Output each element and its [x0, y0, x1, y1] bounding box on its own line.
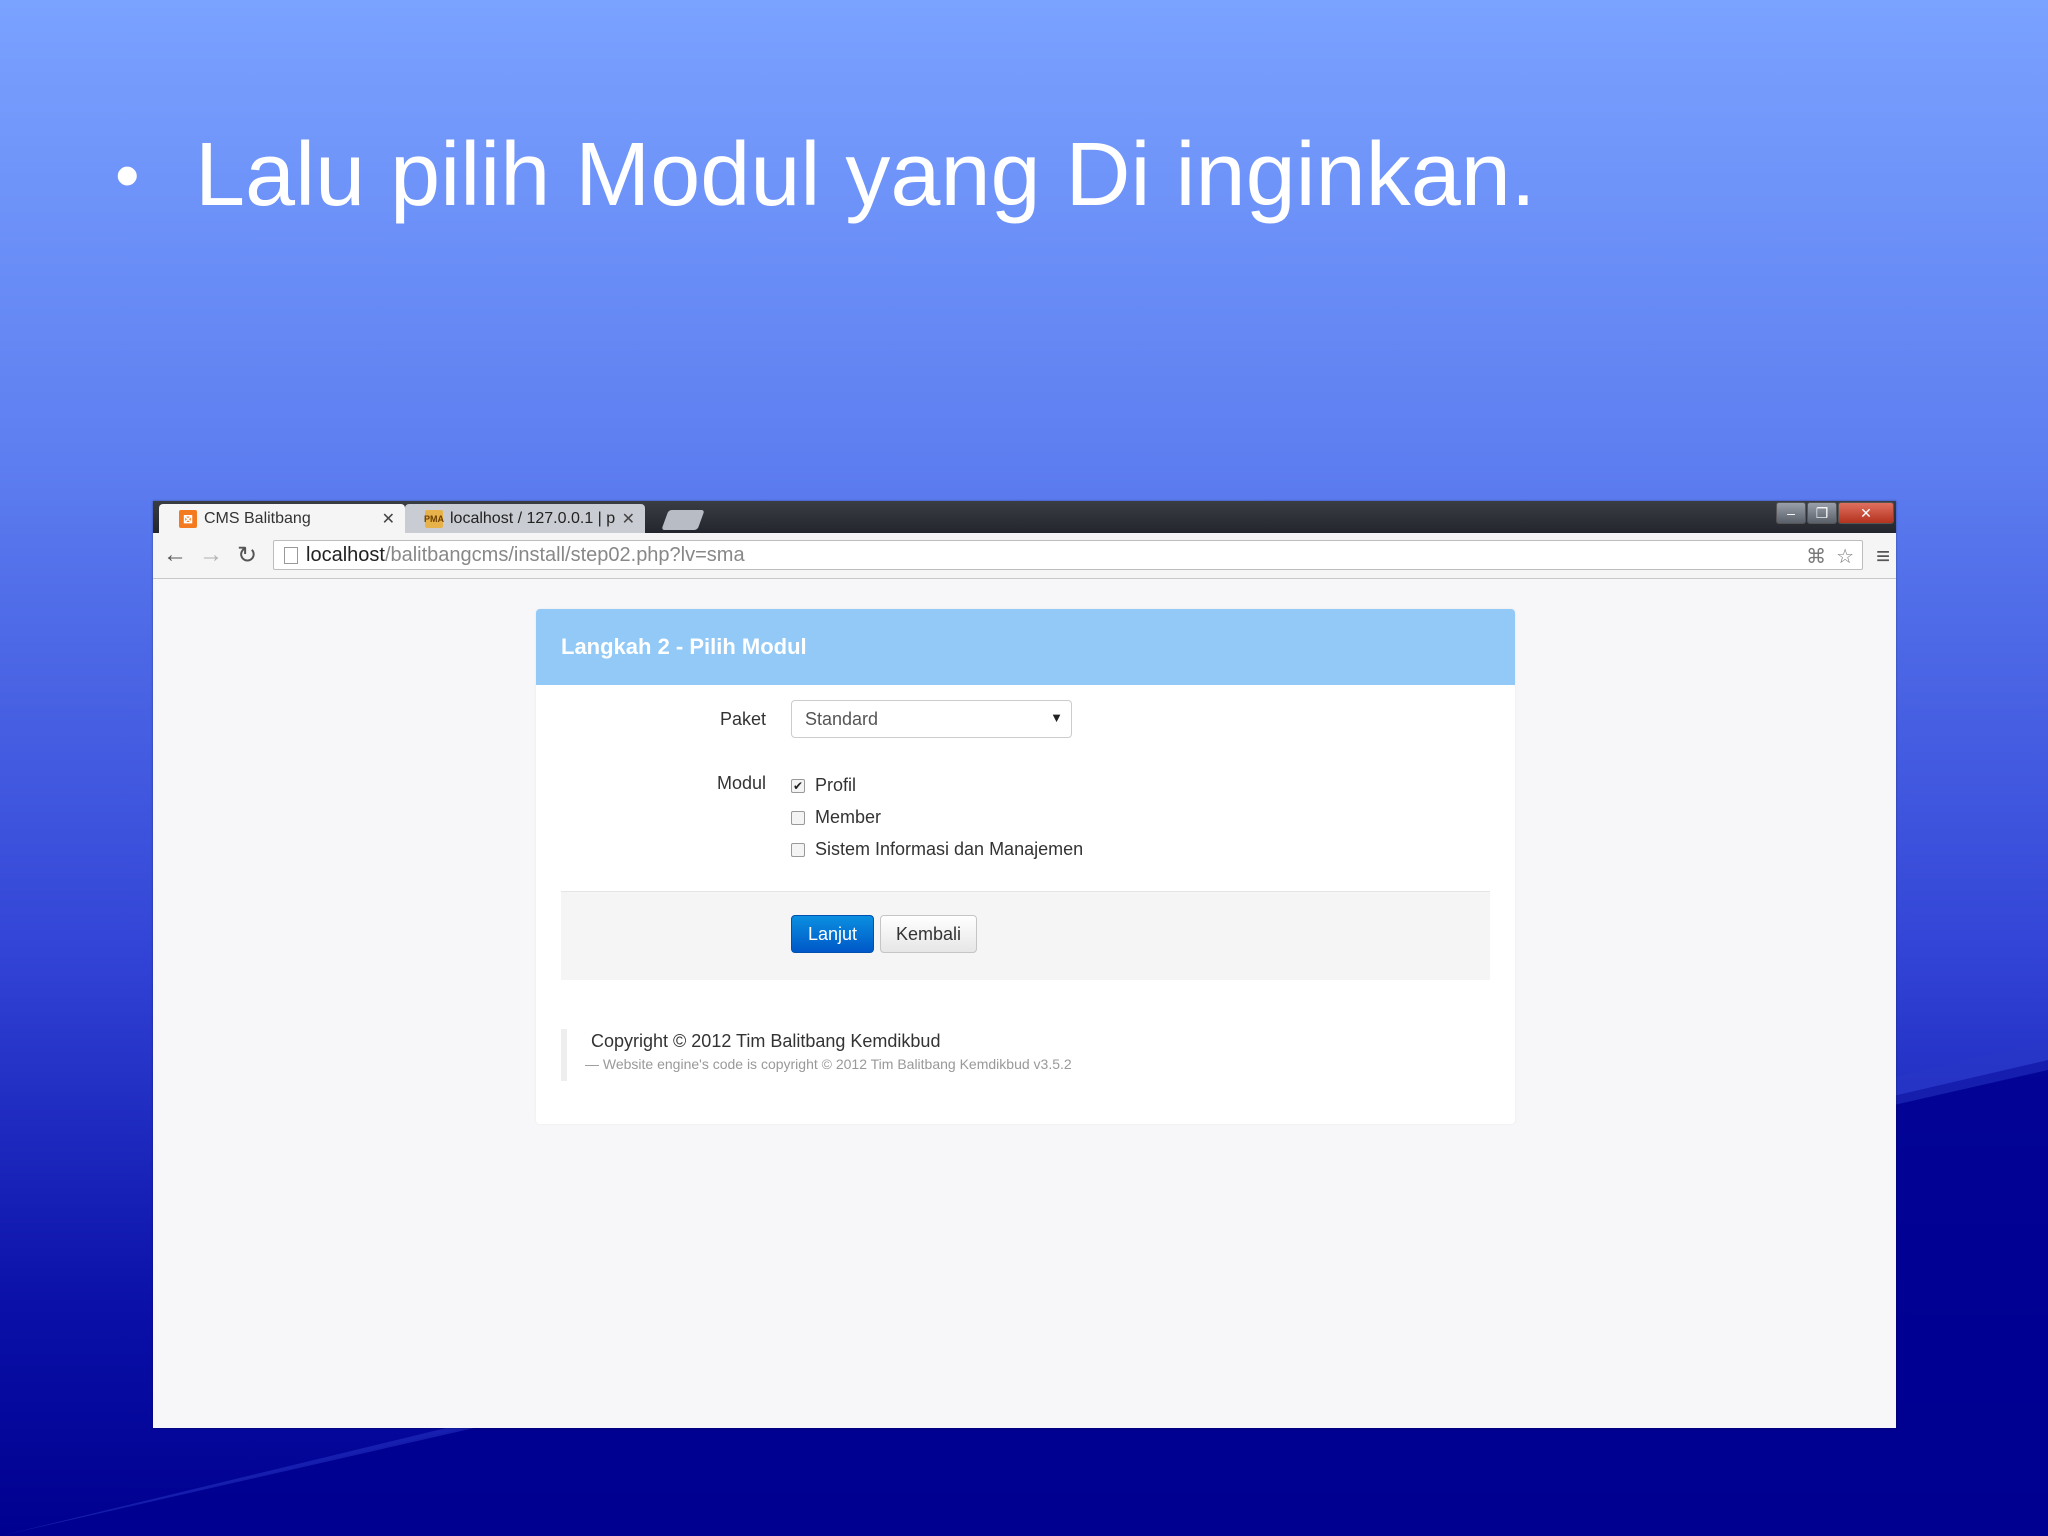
module-option-label: Member [815, 807, 882, 827]
tab-phpmyadmin[interactable]: PMA localhost / 127.0.0.1 | php ✕ [405, 504, 645, 533]
module-option-profil[interactable]: ✔ Profil [791, 775, 856, 796]
checkbox-unchecked[interactable] [791, 842, 805, 857]
dropdown-caret-icon: ▼ [1050, 710, 1063, 725]
browser-titlebar: ⊠ CMS Balitbang ✕ PMA localhost / 127.0.… [153, 501, 1896, 533]
minimize-icon[interactable]: – [1776, 502, 1806, 524]
slide-title: • Lalu pilih Modul yang Di inginkan. [115, 115, 1536, 235]
paket-select-value: Standard [805, 708, 879, 729]
window-controls: – ❐ ✕ [1775, 502, 1894, 524]
modul-label: Modul [716, 773, 766, 793]
paket-label: Paket [719, 709, 766, 729]
url-path: /balitbangcms/install/step02.php?lv=sma [384, 543, 745, 566]
module-option-sim[interactable]: Sistem Informasi dan Manajemen [791, 839, 1083, 860]
form-actions: Lanjut Kembali [561, 891, 1490, 980]
checkbox-checked[interactable]: ✔ [791, 778, 805, 793]
reload-icon[interactable]: ↻ [233, 541, 261, 569]
address-bar-icons: ⌘ ☆ [1806, 544, 1854, 569]
module-option-label: Sistem Informasi dan Manajemen [815, 839, 1084, 859]
address-bar[interactable]: localhost/balitbangcms/install/step02.ph… [273, 540, 1863, 570]
menu-icon[interactable]: ≡ [1876, 543, 1890, 571]
module-option-member[interactable]: Member [791, 807, 881, 828]
kembali-button[interactable]: Kembali [880, 915, 977, 953]
page-viewport: Langkah 2 - Pilih Modul Paket Standard ▼… [153, 579, 1896, 1428]
tab-label: localhost / 127.0.0.1 | php [450, 509, 616, 527]
close-icon[interactable]: ✕ [382, 509, 395, 529]
url-host: localhost [306, 543, 385, 566]
browser-toolbar: ← → ↻ localhost/balitbangcms/install/ste… [153, 533, 1896, 579]
tab-cms-balitbang[interactable]: ⊠ CMS Balitbang ✕ [159, 504, 405, 533]
module-option-label: Profil [815, 775, 857, 795]
phpmyadmin-icon: PMA [424, 509, 444, 528]
new-tab-button[interactable] [661, 510, 705, 530]
close-icon[interactable]: ✕ [622, 509, 635, 529]
back-arrow-icon[interactable]: ← [161, 541, 189, 569]
translate-icon[interactable]: ⌘ [1806, 544, 1826, 569]
forward-arrow-icon[interactable]: → [197, 541, 225, 569]
bookmark-star-icon[interactable]: ☆ [1836, 544, 1854, 569]
tab-label: CMS Balitbang [204, 509, 311, 527]
bullet-point: • [115, 136, 140, 214]
window-close-icon[interactable]: ✕ [1838, 502, 1894, 524]
install-panel: Langkah 2 - Pilih Modul Paket Standard ▼… [536, 609, 1515, 1124]
xampp-icon: ⊠ [179, 509, 197, 528]
restore-icon[interactable]: ❐ [1807, 502, 1837, 524]
lanjut-button[interactable]: Lanjut [791, 915, 874, 953]
panel-title: Langkah 2 - Pilih Modul [536, 609, 1515, 685]
checkbox-unchecked[interactable] [791, 810, 805, 825]
page-icon [284, 546, 298, 564]
engine-copyright-note: — Website engine's code is copyright © 2… [585, 1056, 1072, 1072]
slide-title-text: Lalu pilih Modul yang Di inginkan. [195, 125, 1536, 225]
copyright-text: Copyright © 2012 Tim Balitbang Kemdikbud [591, 1031, 941, 1051]
copyright-block: Copyright © 2012 Tim Balitbang Kemdikbud… [561, 1029, 1072, 1081]
paket-select[interactable]: Standard ▼ [791, 700, 1072, 738]
browser-window: ⊠ CMS Balitbang ✕ PMA localhost / 127.0.… [153, 501, 1896, 1428]
